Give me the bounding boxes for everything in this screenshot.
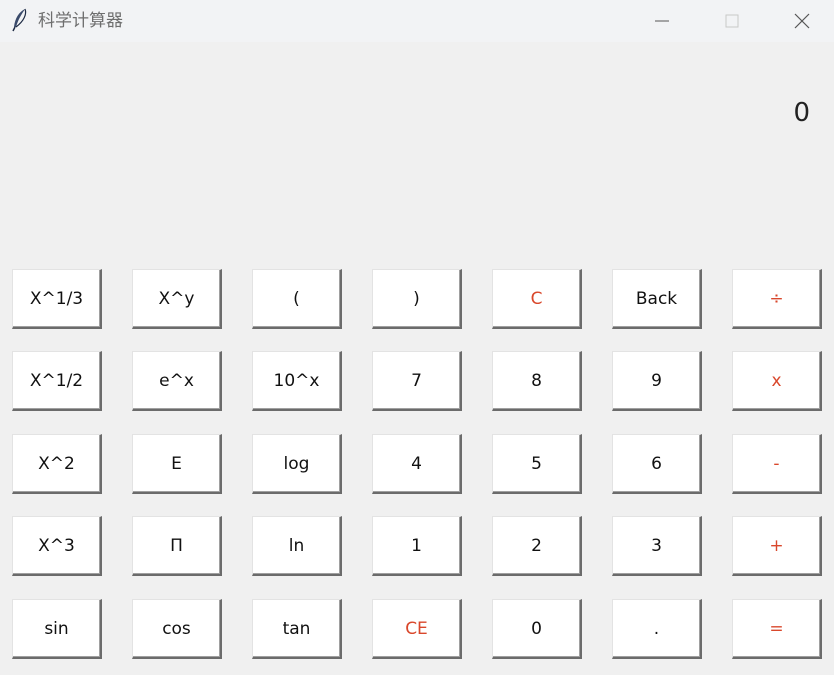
tan-button[interactable]: tan [252, 599, 342, 659]
e-constant-button[interactable]: E [132, 434, 222, 494]
add-button[interactable]: + [732, 516, 822, 576]
cube-button[interactable]: X^3 [12, 516, 102, 576]
ten-power-button[interactable]: 10^x [252, 351, 342, 411]
clear-button[interactable]: C [492, 269, 582, 329]
calculator-window: 科学计算器 0 X^1/3 X^y () C Back ÷ X^1/2 e^x 10^x 7 8 9 x… [0, 0, 834, 675]
open-paren-button[interactable]: ( [252, 269, 342, 329]
feather-icon [10, 8, 30, 32]
digit-9-button[interactable]: 9 [612, 351, 702, 411]
multiply-button[interactable]: x [732, 351, 822, 411]
digit-2-button[interactable]: 2 [492, 516, 582, 576]
divide-button[interactable]: ÷ [732, 269, 822, 329]
digit-6-button[interactable]: 6 [612, 434, 702, 494]
decimal-button[interactable]: . [612, 599, 702, 659]
clear-entry-button[interactable]: CE [372, 599, 462, 659]
window-title: 科学计算器 [38, 11, 123, 31]
display-value: 0 [793, 98, 810, 128]
log-button[interactable]: log [252, 434, 342, 494]
backspace-button[interactable]: Back [612, 269, 702, 329]
exp-button[interactable]: e^x [132, 351, 222, 411]
digit-7-button[interactable]: 7 [372, 351, 462, 411]
digit-4-button[interactable]: 4 [372, 434, 462, 494]
maximize-button [697, 0, 767, 42]
digit-0-button[interactable]: 0 [492, 599, 582, 659]
ln-button[interactable]: ln [252, 516, 342, 576]
maximize-icon [725, 14, 739, 28]
minimize-icon [655, 20, 669, 22]
equals-button[interactable]: = [732, 599, 822, 659]
close-icon [794, 13, 810, 29]
sin-button[interactable]: sin [12, 599, 102, 659]
subtract-button[interactable]: - [732, 434, 822, 494]
power-button[interactable]: X^y [132, 269, 222, 329]
minimize-button[interactable] [627, 0, 697, 42]
digit-5-button[interactable]: 5 [492, 434, 582, 494]
square-button[interactable]: X^2 [12, 434, 102, 494]
digit-3-button[interactable]: 3 [612, 516, 702, 576]
digit-8-button[interactable]: 8 [492, 351, 582, 411]
close-paren-button[interactable]: ) [372, 269, 462, 329]
cube-root-button[interactable]: X^1/3 [12, 269, 102, 329]
title-bar: 科学计算器 [0, 0, 834, 42]
close-button[interactable] [767, 0, 834, 42]
pi-button[interactable]: Π [132, 516, 222, 576]
square-root-button[interactable]: X^1/2 [12, 351, 102, 411]
cos-button[interactable]: cos [132, 599, 222, 659]
digit-1-button[interactable]: 1 [372, 516, 462, 576]
result-display: 0 [0, 42, 834, 262]
